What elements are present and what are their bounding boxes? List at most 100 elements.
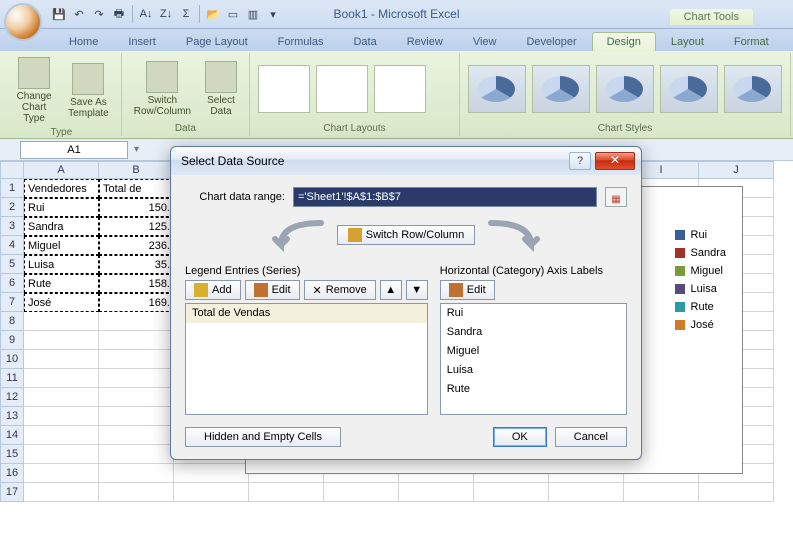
cell[interactable] — [99, 407, 174, 426]
tab-view[interactable]: View — [458, 32, 512, 51]
tab-developer[interactable]: Developer — [511, 32, 591, 51]
more-icon[interactable]: ▾ — [264, 5, 282, 23]
row-header[interactable]: 10 — [0, 350, 24, 369]
cell[interactable] — [249, 483, 324, 502]
save-as-template-button[interactable]: Save As Template — [64, 61, 113, 121]
help-button[interactable]: ? — [569, 152, 591, 170]
tab-data[interactable]: Data — [338, 32, 391, 51]
row-header[interactable]: 6 — [0, 274, 24, 293]
row-header[interactable]: 2 — [0, 198, 24, 217]
list-item[interactable]: Sandra — [441, 323, 626, 342]
move-down-button[interactable]: ▼ — [406, 280, 428, 300]
list-item[interactable]: Luisa — [441, 361, 626, 380]
list-item[interactable]: Miguel — [441, 342, 626, 361]
chart-style-thumb[interactable] — [532, 65, 590, 113]
print-icon[interactable]: 🖶 — [110, 5, 128, 23]
cell[interactable] — [99, 369, 174, 388]
row-header[interactable]: 15 — [0, 445, 24, 464]
list-item[interactable]: Total de Vendas — [186, 304, 427, 323]
cell[interactable] — [24, 464, 99, 483]
tab-insert[interactable]: Insert — [113, 32, 171, 51]
undo-icon[interactable]: ↶ — [70, 5, 88, 23]
cell[interactable]: Rui — [24, 198, 99, 217]
row-header[interactable]: 3 — [0, 217, 24, 236]
cell[interactable] — [174, 464, 249, 483]
col-header[interactable]: B — [99, 161, 174, 179]
chart-style-thumb[interactable] — [468, 65, 526, 113]
row-header[interactable]: 13 — [0, 407, 24, 426]
tab-review[interactable]: Review — [392, 32, 458, 51]
cell[interactable]: Rute — [24, 274, 99, 293]
cell[interactable] — [24, 312, 99, 331]
ok-button[interactable]: OK — [493, 427, 547, 447]
chart-data-range-input[interactable] — [293, 187, 597, 207]
switch-row-column-button[interactable]: Switch Row/Column — [337, 225, 475, 245]
list-item[interactable]: Rute — [441, 380, 626, 399]
cell[interactable] — [324, 483, 399, 502]
series-list[interactable]: Total de Vendas — [185, 303, 428, 415]
cell[interactable]: 150. — [99, 198, 174, 217]
cell[interactable]: Miguel — [24, 236, 99, 255]
tab-formulas[interactable]: Formulas — [263, 32, 339, 51]
row-header[interactable]: 1 — [0, 179, 24, 198]
chart-layout-thumb[interactable] — [316, 65, 368, 113]
row-header[interactable]: 11 — [0, 369, 24, 388]
select-data-button[interactable]: Select Data — [201, 59, 241, 119]
select-all-corner[interactable] — [0, 161, 24, 179]
row-header[interactable]: 9 — [0, 331, 24, 350]
cell[interactable] — [474, 483, 549, 502]
cell[interactable]: Total de — [99, 179, 174, 198]
list-item[interactable]: Rui — [441, 304, 626, 323]
sort-desc-icon[interactable]: Z↓ — [157, 5, 175, 23]
row-header[interactable]: 12 — [0, 388, 24, 407]
cell[interactable] — [174, 483, 249, 502]
cell[interactable] — [24, 388, 99, 407]
tab-layout[interactable]: Layout — [656, 32, 719, 51]
cell[interactable] — [24, 407, 99, 426]
redo-icon[interactable]: ↷ — [90, 5, 108, 23]
chart-layout-thumb[interactable] — [374, 65, 426, 113]
add-series-button[interactable]: Add — [185, 280, 241, 300]
cell[interactable] — [549, 483, 624, 502]
cell[interactable] — [99, 350, 174, 369]
cell[interactable] — [99, 388, 174, 407]
cell[interactable] — [24, 331, 99, 350]
switch-row-column-button[interactable]: Switch Row/Column — [130, 59, 195, 119]
name-box[interactable]: A1 — [20, 141, 128, 159]
cell[interactable] — [24, 369, 99, 388]
edit-series-button[interactable]: Edit — [245, 280, 300, 300]
chart-style-thumb[interactable] — [660, 65, 718, 113]
dialog-titlebar[interactable]: Select Data Source ? ✕ — [171, 147, 641, 175]
save-icon[interactable]: 💾 — [50, 5, 68, 23]
cell[interactable] — [99, 426, 174, 445]
cell[interactable]: 236. — [99, 236, 174, 255]
cell[interactable] — [624, 483, 699, 502]
move-up-button[interactable]: ▲ — [380, 280, 402, 300]
cell[interactable] — [99, 312, 174, 331]
row-header[interactable]: 4 — [0, 236, 24, 255]
cell[interactable] — [99, 331, 174, 350]
cell[interactable] — [99, 464, 174, 483]
cell[interactable]: José — [24, 293, 99, 312]
cell[interactable]: 35. — [99, 255, 174, 274]
open-icon[interactable]: 📂 — [204, 5, 222, 23]
name-box-dropdown-icon[interactable]: ▾ — [134, 144, 139, 155]
row-header[interactable]: 7 — [0, 293, 24, 312]
cell[interactable] — [24, 426, 99, 445]
chart-style-thumb[interactable] — [596, 65, 654, 113]
new-icon[interactable]: ▭ — [224, 5, 242, 23]
chart-icon[interactable]: ▥ — [244, 5, 262, 23]
tab-design[interactable]: Design — [592, 32, 656, 51]
cell[interactable] — [24, 445, 99, 464]
row-header[interactable]: 16 — [0, 464, 24, 483]
sort-asc-icon[interactable]: A↓ — [137, 5, 155, 23]
tab-home[interactable]: Home — [54, 32, 113, 51]
change-chart-type-button[interactable]: Change Chart Type — [10, 55, 58, 126]
cell[interactable] — [99, 483, 174, 502]
cell[interactable]: 158. — [99, 274, 174, 293]
cell[interactable] — [24, 350, 99, 369]
hidden-empty-cells-button[interactable]: Hidden and Empty Cells — [185, 427, 341, 447]
cell[interactable] — [99, 445, 174, 464]
tab-page-layout[interactable]: Page Layout — [171, 32, 263, 51]
col-header[interactable]: A — [24, 161, 99, 179]
